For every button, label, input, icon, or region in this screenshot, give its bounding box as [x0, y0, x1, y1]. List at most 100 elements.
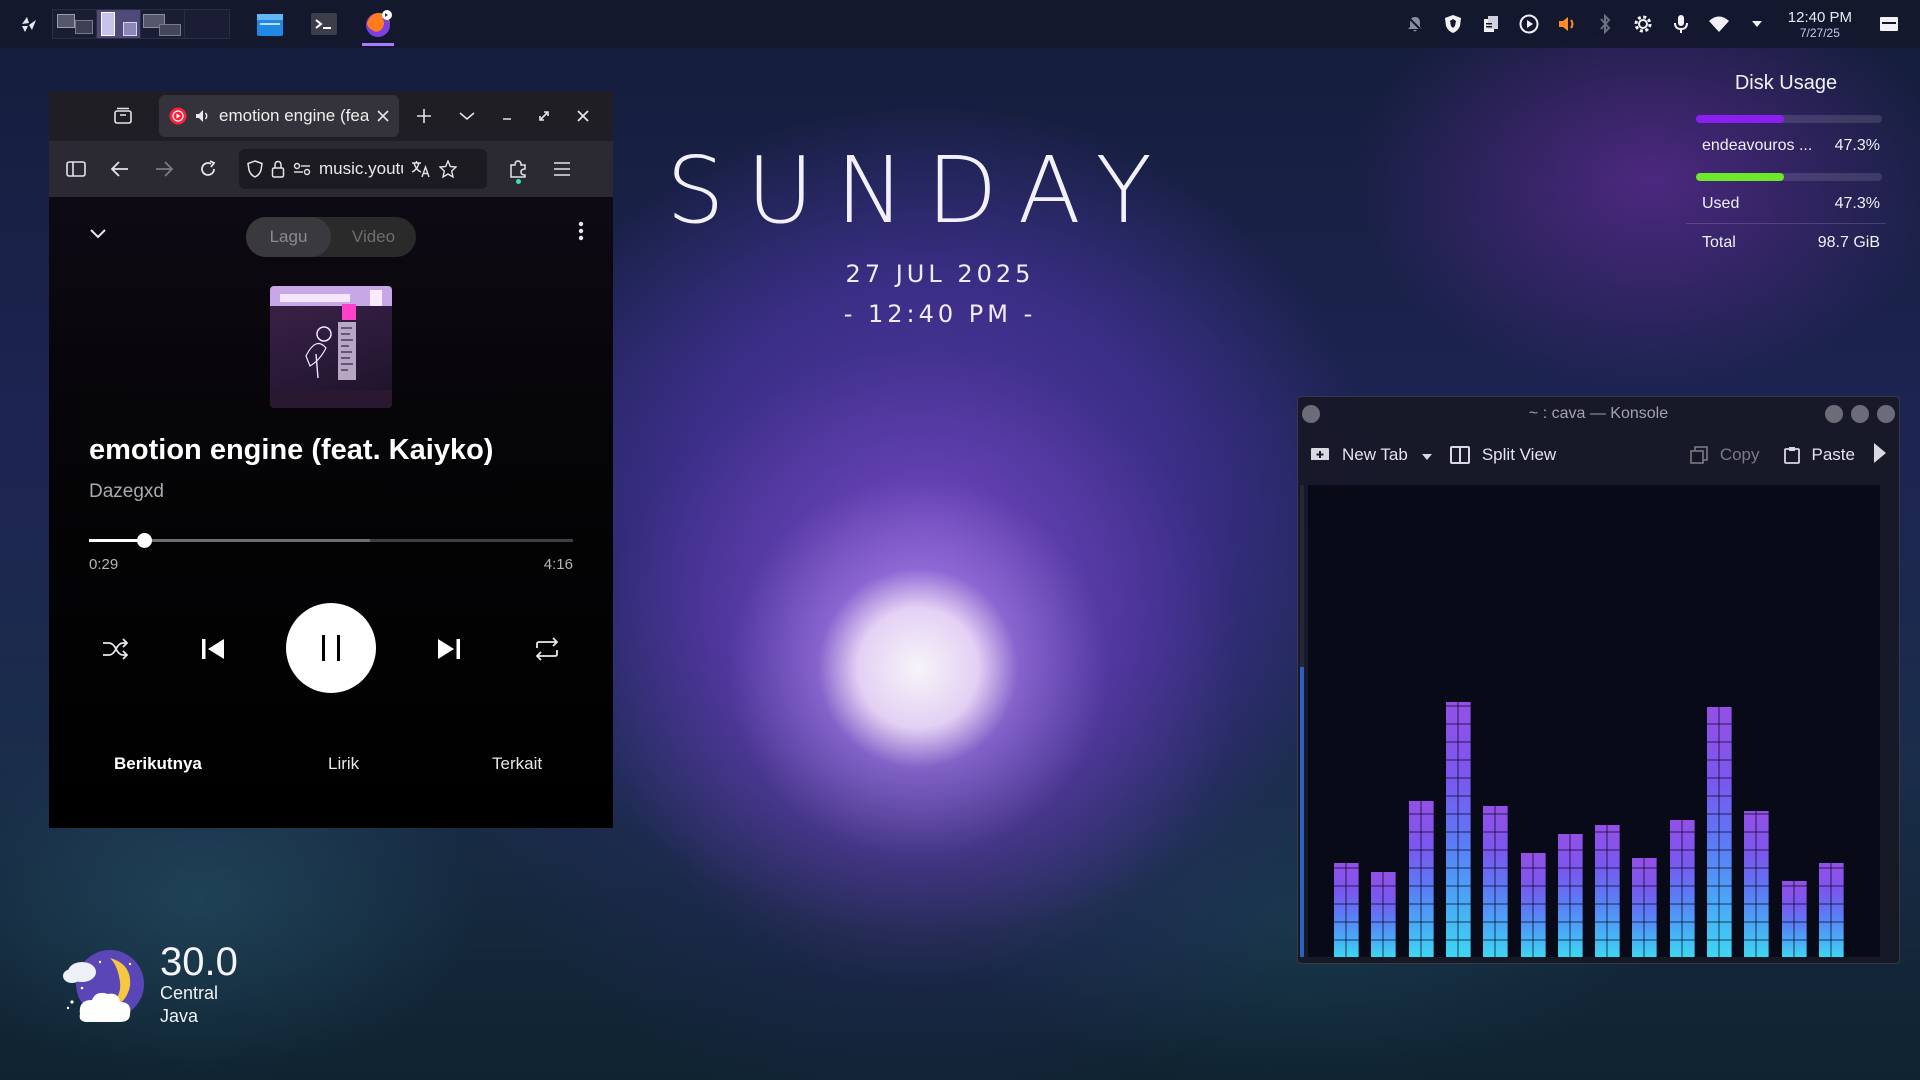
sidebar-toggle-icon[interactable] [57, 150, 95, 188]
pager-desktop-4[interactable] [185, 10, 229, 38]
song-artist[interactable]: Dazegxd [89, 481, 164, 503]
clipboard-icon[interactable] [1480, 13, 1502, 35]
minimize-window-icon[interactable] [1825, 405, 1843, 423]
site-permissions-icon[interactable] [293, 162, 311, 176]
vpn-shield-icon[interactable] [1442, 13, 1464, 35]
reload-icon[interactable] [189, 150, 227, 188]
padlock-icon[interactable] [271, 160, 285, 178]
close-window-icon[interactable] [1877, 405, 1895, 423]
previous-track-icon[interactable] [195, 631, 231, 667]
back-arrow-icon[interactable] [101, 150, 139, 188]
collapse-player-chevron-icon[interactable] [89, 225, 107, 244]
pause-button[interactable] [286, 603, 376, 693]
repeat-icon[interactable] [529, 631, 565, 667]
cava-bar [1632, 858, 1658, 957]
volume-icon[interactable] [1556, 13, 1578, 35]
browser-toolbar: music.youtube.com [49, 141, 613, 197]
notifications-muted-icon[interactable] [1404, 13, 1426, 35]
panel-clock[interactable]: 12:40 PM 7/27/25 [1788, 10, 1852, 39]
desktop-time: - 12:40 PM - [843, 300, 1037, 328]
task-file-manager-icon[interactable] [252, 2, 288, 46]
maximize-window-icon[interactable] [1851, 405, 1869, 423]
virtual-desktop-pager[interactable] [52, 9, 230, 39]
copy-button[interactable]: Copy [1690, 445, 1760, 465]
current-time: 0:29 [89, 556, 119, 573]
progress-knob[interactable] [136, 533, 152, 548]
tab-terkait[interactable]: Terkait [492, 754, 542, 774]
url-bar[interactable]: music.youtube.com [239, 149, 487, 189]
new-tab-button[interactable]: New Tab [1310, 445, 1408, 465]
new-tab-icon [1311, 448, 1329, 462]
settings-gear-icon[interactable] [1632, 13, 1654, 35]
cava-bar [1483, 806, 1509, 957]
pager-desktop-1[interactable] [53, 10, 97, 38]
bookmark-star-icon[interactable] [439, 160, 457, 178]
used-row: Used 47.3% [1686, 181, 1886, 223]
task-firefox-icon[interactable] [360, 2, 396, 46]
toolbar-overflow-arrow-icon[interactable] [1873, 442, 1887, 468]
tab-lagu[interactable]: Lagu [246, 217, 331, 257]
show-desktop-icon[interactable] [1878, 13, 1900, 35]
cava-bar [1818, 863, 1844, 957]
split-view-button[interactable]: Split View [1449, 445, 1556, 465]
close-window-icon[interactable] [565, 98, 601, 134]
terminal-area[interactable] [1308, 485, 1880, 957]
close-tab-icon[interactable] [377, 110, 389, 122]
partition-row: endeavouros ... 47.3% [1686, 123, 1886, 173]
pager-desktop-2[interactable] [97, 10, 141, 38]
progress-slider[interactable] [89, 533, 573, 548]
forward-arrow-icon[interactable] [145, 150, 183, 188]
copy-label: Copy [1719, 445, 1760, 464]
minimize-window-icon[interactable] [489, 98, 525, 134]
weather-widget[interactable]: 30.0 Central Java [60, 942, 250, 1034]
maximize-window-icon[interactable] [526, 98, 562, 134]
album-art [270, 286, 392, 408]
new-tab-dropdown-arrow-icon[interactable] [1421, 445, 1432, 465]
browser-tab-active[interactable]: emotion engine (feat. Kaiyko) - YouTube … [159, 95, 399, 137]
new-tab-plus-icon[interactable] [406, 98, 442, 134]
tab-list-icon[interactable] [105, 98, 141, 134]
tab-overflow-chevron-icon[interactable] [449, 98, 485, 134]
pager-desktop-3[interactable] [141, 10, 185, 38]
bluetooth-icon[interactable] [1594, 13, 1616, 35]
cava-bar [1334, 863, 1359, 957]
media-player-icon[interactable] [1518, 13, 1540, 35]
terminal-scrollbar[interactable] [1300, 485, 1304, 957]
window-menu-icon[interactable] [1302, 405, 1320, 423]
song-title: emotion engine (feat. Kaiyko) [89, 434, 494, 466]
more-options-icon[interactable] [578, 221, 584, 245]
translate-icon[interactable] [411, 160, 431, 178]
cava-bar [1445, 702, 1471, 957]
pause-icon [322, 635, 340, 661]
partition-name: endeavouros ... [1702, 137, 1813, 154]
speaker-playing-icon[interactable] [195, 108, 211, 124]
total-label: Total [1702, 234, 1736, 251]
cava-bar [1669, 820, 1695, 957]
disk-usage-widget: Disk Usage endeavouros ... 47.3% Used 47… [1686, 72, 1886, 270]
paste-button[interactable]: Paste [1783, 445, 1855, 465]
task-terminal-icon[interactable] [306, 2, 342, 46]
extensions-puzzle-icon[interactable] [499, 150, 537, 188]
used-usage-bar [1696, 173, 1882, 181]
browser-window: emotion engine (feat. Kaiyko) - YouTube … [49, 91, 613, 828]
desktop-date: 27 JUL 2025 [845, 260, 1035, 288]
shuffle-icon[interactable] [97, 631, 133, 667]
hamburger-menu-icon[interactable] [543, 150, 581, 188]
tracking-protection-shield-icon[interactable] [247, 160, 263, 178]
tray-expand-arrow-icon[interactable] [1746, 13, 1768, 35]
microphone-icon[interactable] [1670, 13, 1692, 35]
terminal-scrollbar-thumb[interactable] [1300, 667, 1304, 957]
tab-berikutnya[interactable]: Berikutnya [114, 754, 202, 774]
tab-video[interactable]: Video [331, 217, 416, 257]
wifi-icon[interactable] [1708, 13, 1730, 35]
total-value: 98.7 GiB [1817, 234, 1880, 251]
desktop-day-name: SUNDAY [666, 137, 1174, 244]
panel-clock-date: 7/27/25 [1799, 25, 1840, 40]
app-launcher-icon[interactable] [18, 13, 40, 35]
browser-tab-bar: emotion engine (feat. Kaiyko) - YouTube … [49, 91, 613, 141]
next-track-icon[interactable] [431, 631, 467, 667]
music-player: Lagu Video emotion engine (feat. Kaiyko)… [49, 197, 613, 828]
split-view-icon [1449, 446, 1470, 464]
disk-usage-title: Disk Usage [1734, 72, 1838, 94]
tab-lirik[interactable]: Lirik [328, 754, 359, 774]
